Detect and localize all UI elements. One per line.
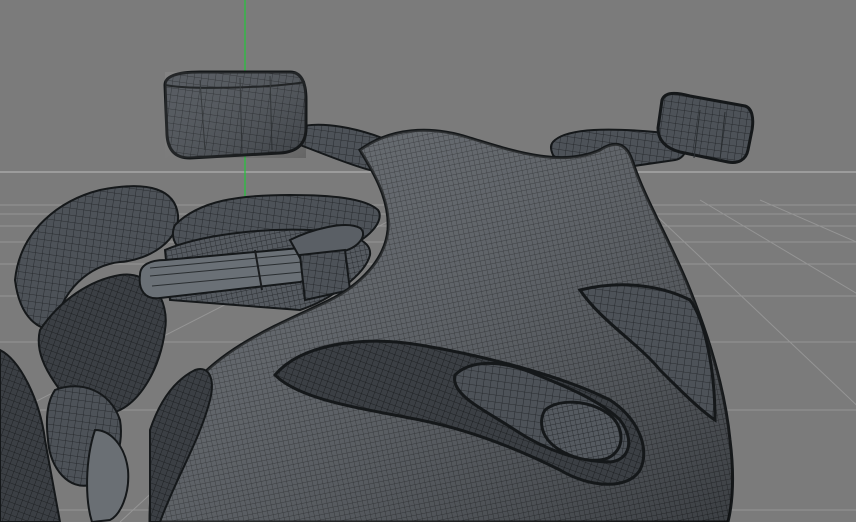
left-mirror xyxy=(163,70,308,160)
3d-viewport[interactable] xyxy=(0,0,856,522)
